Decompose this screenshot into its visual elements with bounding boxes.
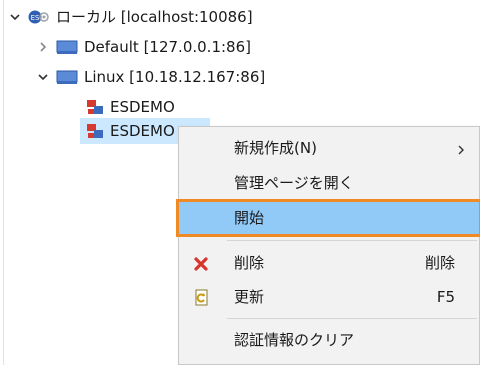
tree-node-default[interactable]: Default [127.0.0.1:86] — [36, 36, 251, 58]
server-icon — [56, 69, 78, 85]
server-icon — [56, 39, 78, 55]
chevron-right-icon[interactable] — [36, 40, 50, 54]
context-menu: 新規作成(N) 管理ページを開く 開始 削除 削除 更新 F5 認証情報のクリア — [176, 126, 480, 365]
tree-node-label: ESDEMO — [110, 98, 175, 116]
menu-item-label: 開始 — [234, 209, 265, 227]
menu-item-label: 管理ページを開く — [234, 174, 354, 192]
menu-item-clear-credentials[interactable]: 認証情報のクリア — [179, 324, 479, 356]
menu-item-open-admin[interactable]: 管理ページを開く — [179, 167, 479, 199]
submenu-arrow-icon — [457, 142, 465, 160]
tree-node-local[interactable]: ES ローカル [localhost:10086] — [8, 6, 253, 28]
menu-item-shortcut: F5 — [436, 288, 455, 306]
instance-icon — [86, 98, 104, 116]
menu-separator — [227, 318, 477, 319]
tree-node-label: Default [127.0.0.1:86] — [84, 38, 251, 56]
menu-item-new[interactable]: 新規作成(N) — [179, 132, 479, 164]
instance-icon — [86, 122, 104, 140]
refresh-icon — [191, 288, 211, 308]
menu-item-label: 更新 — [234, 288, 265, 306]
menu-item-refresh[interactable]: 更新 F5 — [179, 281, 479, 313]
menu-separator — [227, 240, 477, 241]
menu-item-label: 削除 — [234, 254, 265, 272]
tree-node-label: ローカル [localhost:10086] — [56, 8, 253, 26]
svg-text:ES: ES — [31, 14, 40, 22]
menu-item-label: 認証情報のクリア — [234, 331, 355, 349]
chevron-down-icon[interactable] — [36, 70, 50, 84]
panel-left-border — [3, 0, 4, 365]
server-group-icon: ES — [28, 8, 50, 26]
menu-item-shortcut: 削除 — [424, 254, 455, 272]
tree-node-instance[interactable]: ESDEMO — [86, 96, 175, 118]
tree-node-label: Linux [10.18.12.167:86] — [84, 68, 266, 86]
tree-node-label: ESDEMO — [110, 122, 175, 140]
menu-item-start[interactable]: 開始 — [176, 199, 480, 237]
menu-item-label: 新規作成(N) — [234, 139, 317, 157]
chevron-down-icon[interactable] — [8, 10, 22, 24]
tree-node-linux[interactable]: Linux [10.18.12.167:86] — [36, 66, 265, 88]
tree-node-instance-selected[interactable]: ESDEMO — [86, 120, 175, 142]
delete-x-icon — [191, 254, 211, 274]
menu-item-delete[interactable]: 削除 削除 — [179, 247, 479, 279]
